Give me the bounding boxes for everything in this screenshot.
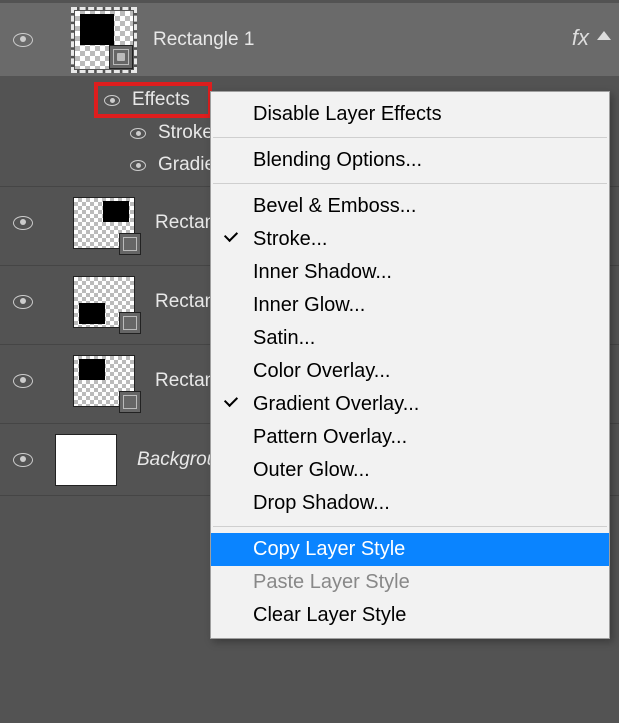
effect-stroke-label: Stroke — [158, 122, 213, 144]
layer-thumbnail[interactable] — [71, 7, 137, 73]
menu-disable-layer-effects[interactable]: Disable Layer Effects — [211, 98, 609, 131]
layer-thumbnail[interactable] — [55, 434, 117, 486]
menu-clear-layer-style[interactable]: Clear Layer Style — [211, 599, 609, 632]
layer-thumbnail[interactable] — [73, 276, 135, 328]
menu-copy-layer-style[interactable]: Copy Layer Style — [211, 533, 609, 566]
vector-mask-icon — [119, 312, 141, 334]
visibility-eye-icon[interactable] — [13, 216, 33, 230]
menu-color-overlay[interactable]: Color Overlay... — [211, 355, 609, 388]
layer-thumbnail[interactable] — [73, 355, 135, 407]
menu-satin[interactable]: Satin... — [211, 322, 609, 355]
vector-mask-icon — [119, 233, 141, 255]
menu-pattern-overlay[interactable]: Pattern Overlay... — [211, 421, 609, 454]
layer-style-context-menu: Disable Layer Effects Blending Options..… — [210, 91, 610, 639]
menu-inner-glow[interactable]: Inner Glow... — [211, 289, 609, 322]
collapse-chevron-icon[interactable] — [597, 31, 611, 40]
effect-stroke-row[interactable]: Stroke — [130, 118, 213, 148]
menu-bevel-emboss[interactable]: Bevel & Emboss... — [211, 190, 609, 223]
visibility-eye-icon[interactable] — [13, 33, 33, 47]
visibility-eye-icon[interactable] — [130, 128, 146, 139]
vector-mask-icon — [119, 391, 141, 413]
visibility-eye-icon[interactable] — [130, 160, 146, 171]
effects-label: Effects — [132, 89, 190, 111]
visibility-eye-icon[interactable] — [13, 295, 33, 309]
menu-gradient-overlay[interactable]: Gradient Overlay... — [211, 388, 609, 421]
menu-outer-glow[interactable]: Outer Glow... — [211, 454, 609, 487]
menu-inner-shadow[interactable]: Inner Shadow... — [211, 256, 609, 289]
layer-thumbnail[interactable] — [73, 197, 135, 249]
layer-name-label[interactable]: Rectangle 1 — [153, 29, 254, 51]
menu-blending-options[interactable]: Blending Options... — [211, 144, 609, 177]
fx-badge[interactable]: fx — [572, 25, 589, 51]
menu-separator — [213, 137, 607, 138]
menu-paste-layer-style[interactable]: Paste Layer Style — [211, 566, 609, 599]
visibility-eye-icon[interactable] — [104, 95, 120, 106]
checkmark-icon — [224, 228, 238, 242]
menu-separator — [213, 526, 607, 527]
menu-stroke[interactable]: Stroke... — [211, 223, 609, 256]
visibility-eye-icon[interactable] — [13, 374, 33, 388]
checkmark-icon — [224, 393, 238, 407]
menu-drop-shadow[interactable]: Drop Shadow... — [211, 487, 609, 520]
menu-separator — [213, 183, 607, 184]
vector-mask-icon — [109, 45, 133, 69]
effects-row[interactable]: Effects — [104, 85, 190, 115]
layer-row-rectangle-1[interactable]: Rectangle 1 fx — [0, 3, 619, 76]
layers-panel: Rectangle 1 fx Effects Stroke Gradient O… — [0, 0, 619, 723]
visibility-eye-icon[interactable] — [13, 453, 33, 467]
